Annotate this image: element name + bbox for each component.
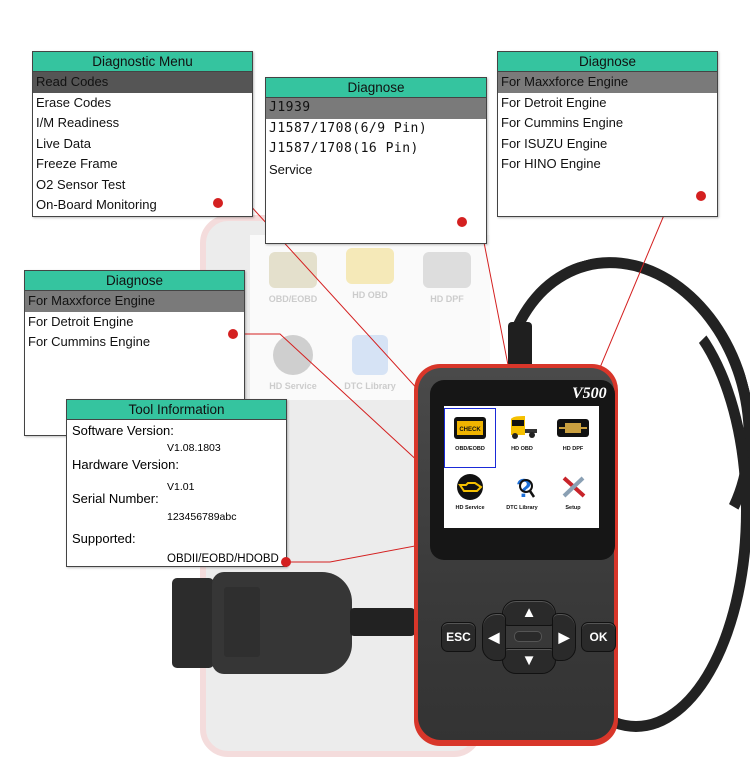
menu-item-o2-sensor-test[interactable]: O2 Sensor Test bbox=[33, 175, 252, 196]
panel-title: Diagnose bbox=[25, 271, 244, 291]
check-text: CHECK bbox=[459, 427, 481, 433]
callout-dot bbox=[213, 198, 223, 208]
up-button[interactable]: ▲ bbox=[502, 600, 556, 626]
protocol-item-j1587-16[interactable]: J1587/1708(16 Pin) bbox=[266, 139, 486, 160]
tile-label: Setup bbox=[565, 505, 581, 511]
protocol-item-j1939[interactable]: J1939 bbox=[266, 98, 486, 119]
tile-label: DTC Library bbox=[506, 505, 538, 511]
callout-dot bbox=[281, 557, 291, 567]
question-magnifier-icon: ? bbox=[516, 473, 536, 503]
obd-connector-grip bbox=[224, 587, 260, 657]
panel-title: Tool Information bbox=[67, 400, 286, 420]
device-screen: CHECK OBD/EOBD HD OBD HD DPF HD Service … bbox=[444, 406, 599, 528]
dpf-filter-icon bbox=[557, 419, 589, 437]
panel-tool-information: Tool Information Software Version: V1.08… bbox=[66, 399, 287, 567]
check-engine-icon: CHECK bbox=[454, 417, 486, 439]
menu-item-erase-codes[interactable]: Erase Codes bbox=[33, 93, 252, 114]
panel-title: Diagnostic Menu bbox=[33, 52, 252, 72]
callout-dot bbox=[457, 217, 467, 227]
svg-text:?: ? bbox=[516, 474, 532, 500]
model-label: V500 bbox=[572, 385, 607, 402]
obd-cable bbox=[350, 608, 415, 636]
tile-setup[interactable]: Setup bbox=[548, 468, 598, 526]
esc-button[interactable]: ESC bbox=[441, 622, 476, 652]
engine-item-maxxforce[interactable]: For Maxxforce Engine bbox=[25, 291, 244, 312]
tile-hd-dpf[interactable]: HD DPF bbox=[548, 409, 598, 467]
tile-label: OBD/EOBD bbox=[455, 446, 485, 452]
panel-title: Diagnose bbox=[266, 78, 486, 98]
engine-item-cummins[interactable]: For Cummins Engine bbox=[498, 113, 717, 134]
panel-diagnose-engine: Diagnose For Maxxforce Engine For Detroi… bbox=[497, 51, 718, 217]
left-button[interactable]: ◀ bbox=[482, 613, 506, 661]
menu-item-live-data[interactable]: Live Data bbox=[33, 134, 252, 155]
supported-label: Supported: bbox=[72, 531, 136, 546]
callout-dot bbox=[696, 191, 706, 201]
tile-label: HD OBD bbox=[511, 446, 533, 452]
software-version-label: Software Version: bbox=[72, 423, 174, 438]
hardware-version-label: Hardware Version: bbox=[72, 457, 179, 472]
tools-icon bbox=[562, 476, 586, 498]
protocol-item-j1587-6-9[interactable]: J1587/1708(6/9 Pin) bbox=[266, 119, 486, 140]
menu-item-read-codes[interactable]: Read Codes bbox=[33, 72, 252, 93]
ok-button[interactable]: OK bbox=[581, 622, 616, 652]
software-version-value: V1.08.1803 bbox=[167, 442, 221, 454]
protocol-item-service[interactable]: Service bbox=[266, 160, 486, 181]
engine-item-maxxforce[interactable]: For Maxxforce Engine bbox=[498, 72, 717, 93]
down-button[interactable]: ▼ bbox=[502, 648, 556, 674]
right-button[interactable]: ▶ bbox=[552, 613, 576, 661]
truck-icon bbox=[511, 416, 537, 439]
obd-connector-head bbox=[172, 578, 214, 668]
serial-number-value: 123456789abc bbox=[167, 511, 237, 523]
tile-label: HD Service bbox=[455, 505, 485, 511]
engine-item-hino[interactable]: For HINO Engine bbox=[498, 154, 717, 175]
center-button[interactable] bbox=[514, 631, 542, 642]
oil-can-icon bbox=[457, 474, 483, 500]
tile-hd-service[interactable]: HD Service bbox=[445, 468, 495, 526]
engine-item-cummins[interactable]: For Cummins Engine bbox=[25, 332, 244, 353]
panel-diagnose-protocol: Diagnose J1939 J1587/1708(6/9 Pin) J1587… bbox=[265, 77, 487, 244]
tile-dtc-library[interactable]: ? DTC Library bbox=[497, 468, 547, 526]
engine-item-detroit[interactable]: For Detroit Engine bbox=[25, 312, 244, 333]
supported-value: OBDII/EOBD/HDOBD bbox=[167, 553, 279, 565]
callout-dot bbox=[228, 329, 238, 339]
menu-item-freeze-frame[interactable]: Freeze Frame bbox=[33, 154, 252, 175]
tile-label: HD DPF bbox=[562, 446, 584, 452]
menu-item-im-readiness[interactable]: I/M Readiness bbox=[33, 113, 252, 134]
engine-item-detroit[interactable]: For Detroit Engine bbox=[498, 93, 717, 114]
panel-diagnostic-menu: Diagnostic Menu Read Codes Erase Codes I… bbox=[32, 51, 253, 217]
tile-hd-obd[interactable]: HD OBD bbox=[497, 409, 547, 467]
engine-item-isuzu[interactable]: For ISUZU Engine bbox=[498, 134, 717, 155]
tile-obd-eobd[interactable]: CHECK OBD/EOBD bbox=[444, 408, 496, 468]
panel-title: Diagnose bbox=[498, 52, 717, 72]
